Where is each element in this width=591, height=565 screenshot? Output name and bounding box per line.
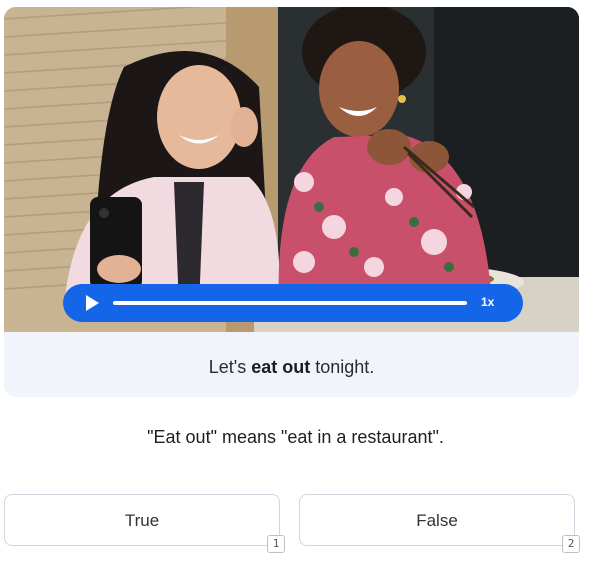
answer-label: True <box>124 511 160 530</box>
sentence-highlight: eat out <box>251 357 311 377</box>
example-sentence: Let's eat out tonight. <box>4 357 579 378</box>
audio-progress-track[interactable] <box>113 301 467 305</box>
answer-true-button[interactable]: True 1 <box>4 494 285 553</box>
keyboard-shortcut-badge: 2 <box>562 535 580 553</box>
lesson-card: 1x Let's eat out tonight. <box>4 7 579 397</box>
sentence-prefix: Let's <box>208 357 252 377</box>
keyboard-shortcut-badge: 1 <box>267 535 285 553</box>
play-icon[interactable] <box>83 294 101 312</box>
audio-player[interactable]: 1x <box>63 284 523 322</box>
answer-label: False <box>416 511 458 530</box>
playback-speed-button[interactable]: 1x <box>481 295 494 309</box>
lesson-photo: 1x <box>4 7 579 332</box>
sentence-suffix: tonight. <box>310 357 375 377</box>
question-statement: "Eat out" means "eat in a restaurant". <box>147 427 444 447</box>
answer-false-button[interactable]: False 2 <box>299 494 580 553</box>
